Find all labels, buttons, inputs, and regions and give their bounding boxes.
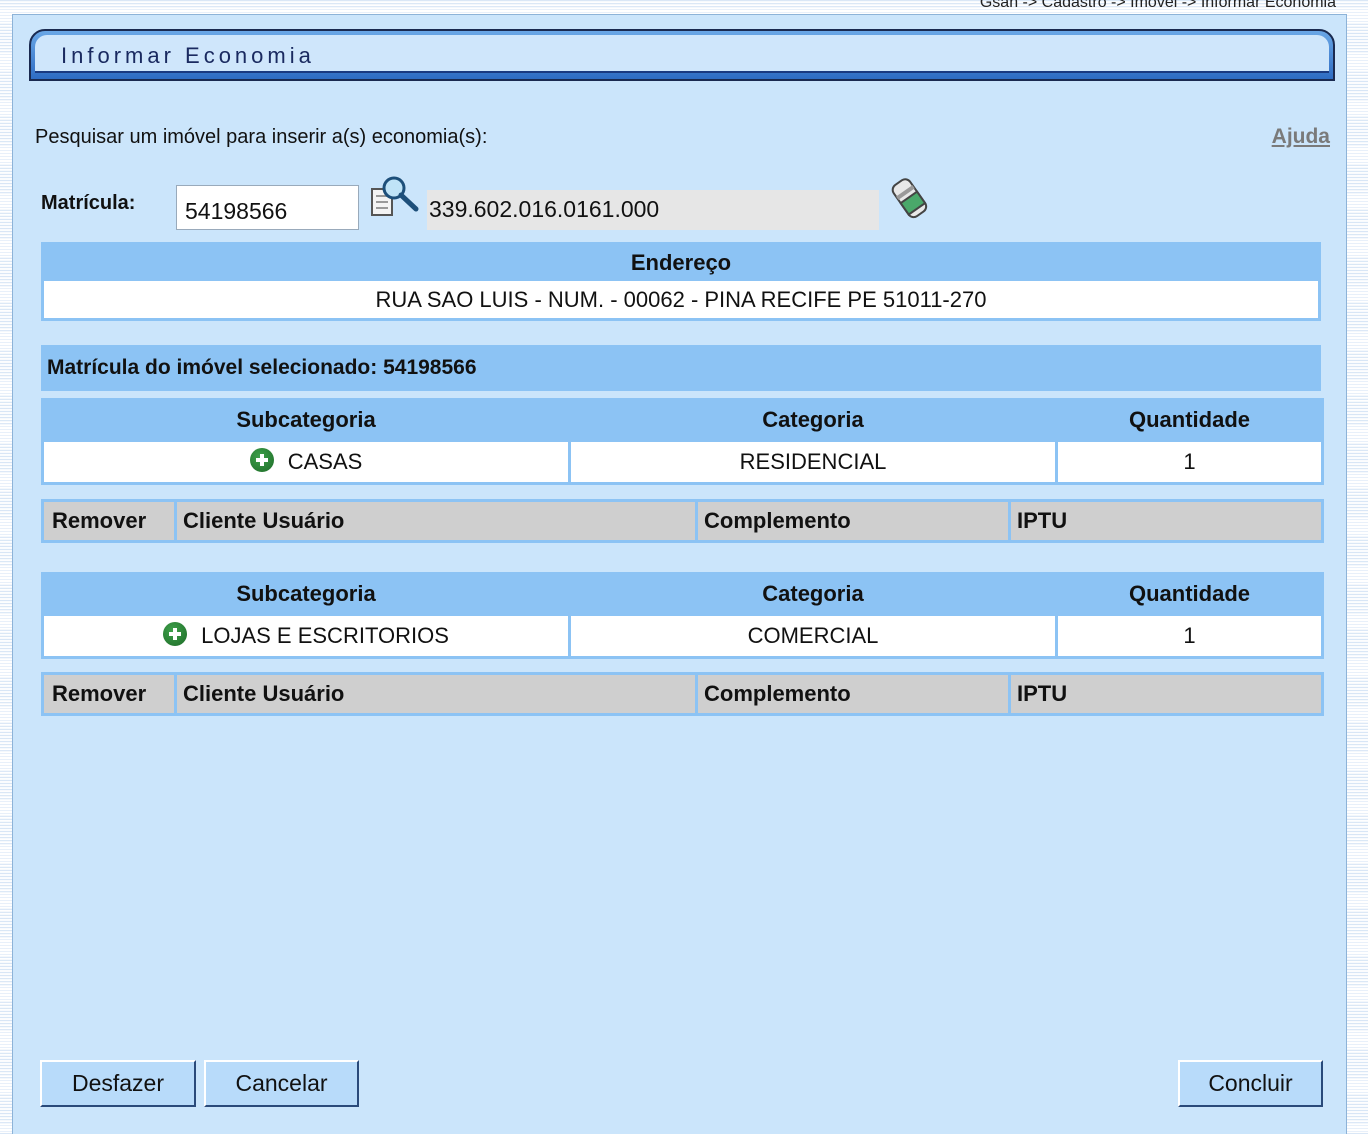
selected-matricula-bar: Matrícula do imóvel selecionado: 5419856… xyxy=(41,345,1321,391)
add-economia-icon[interactable] xyxy=(163,622,188,647)
header-complemento: Complemento xyxy=(695,672,1011,716)
table-row: CASAS RESIDENCIAL 1 xyxy=(41,439,1324,485)
economia-detail-header: Remover Cliente Usuário Complemento IPTU xyxy=(41,499,1324,543)
matricula-input[interactable] xyxy=(176,185,359,230)
header-quantidade: Quantidade xyxy=(1055,398,1324,442)
table-row: LOJAS E ESCRITORIOS COMERCIAL 1 xyxy=(41,613,1324,659)
quantidade-cell: 1 xyxy=(1055,439,1324,485)
page-title: Informar Economia xyxy=(61,43,315,68)
desfazer-button[interactable]: Desfazer xyxy=(40,1060,196,1107)
endereco-table: Endereço RUA SAO LUIS - NUM. - 00062 - P… xyxy=(41,242,1321,321)
economia-table: Subcategoria Categoria Quantidade CASAS … xyxy=(41,398,1324,485)
quantidade-cell: 1 xyxy=(1055,613,1324,659)
header-subcategoria: Subcategoria xyxy=(41,572,571,616)
inscricao-display: 339.602.016.0161.000 xyxy=(427,190,879,230)
header-categoria: Categoria xyxy=(568,572,1058,616)
magnifier-icon[interactable] xyxy=(370,173,422,219)
header-remover: Remover xyxy=(41,499,177,543)
subcategoria-value: LOJAS E ESCRITORIOS xyxy=(201,622,449,648)
header-quantidade: Quantidade xyxy=(1055,572,1324,616)
header-categoria: Categoria xyxy=(568,398,1058,442)
economia-detail-header: Remover Cliente Usuário Complemento IPTU xyxy=(41,672,1324,716)
categoria-cell: COMERCIAL xyxy=(568,613,1058,659)
title-tab: Informar Economia xyxy=(29,29,1335,81)
endereco-header: Endereço xyxy=(630,250,732,275)
header-cliente-usuario: Cliente Usuário xyxy=(174,672,698,716)
categoria-cell: RESIDENCIAL xyxy=(568,439,1058,485)
economia-table: Subcategoria Categoria Quantidade LOJAS … xyxy=(41,572,1324,659)
subcategoria-value: CASAS xyxy=(287,448,363,474)
breadcrumb: Gsan -> Cadastro -> Imovel -> Informar E… xyxy=(979,0,1336,11)
header-remover: Remover xyxy=(41,672,177,716)
header-complemento: Complemento xyxy=(695,499,1011,543)
matricula-label: Matrícula: xyxy=(41,192,136,214)
subcategoria-cell: CASAS xyxy=(41,439,571,485)
endereco-value: RUA SAO LUIS - NUM. - 00062 - PINA RECIF… xyxy=(44,281,1318,318)
eraser-icon[interactable] xyxy=(889,175,931,223)
subcategoria-cell: LOJAS E ESCRITORIOS xyxy=(41,613,571,659)
cancelar-button[interactable]: Cancelar xyxy=(204,1060,359,1107)
header-iptu: IPTU xyxy=(1008,672,1324,716)
header-subcategoria: Subcategoria xyxy=(41,398,571,442)
help-link[interactable]: Ajuda xyxy=(1272,125,1330,149)
search-instruction: Pesquisar um imóvel para inserir a(s) ec… xyxy=(35,126,488,148)
add-economia-icon[interactable] xyxy=(249,448,274,473)
concluir-button[interactable]: Concluir xyxy=(1178,1060,1323,1107)
main-panel: Informar Economia Pesquisar um imóvel pa… xyxy=(12,14,1347,1134)
header-cliente-usuario: Cliente Usuário xyxy=(174,499,698,543)
header-iptu: IPTU xyxy=(1008,499,1324,543)
